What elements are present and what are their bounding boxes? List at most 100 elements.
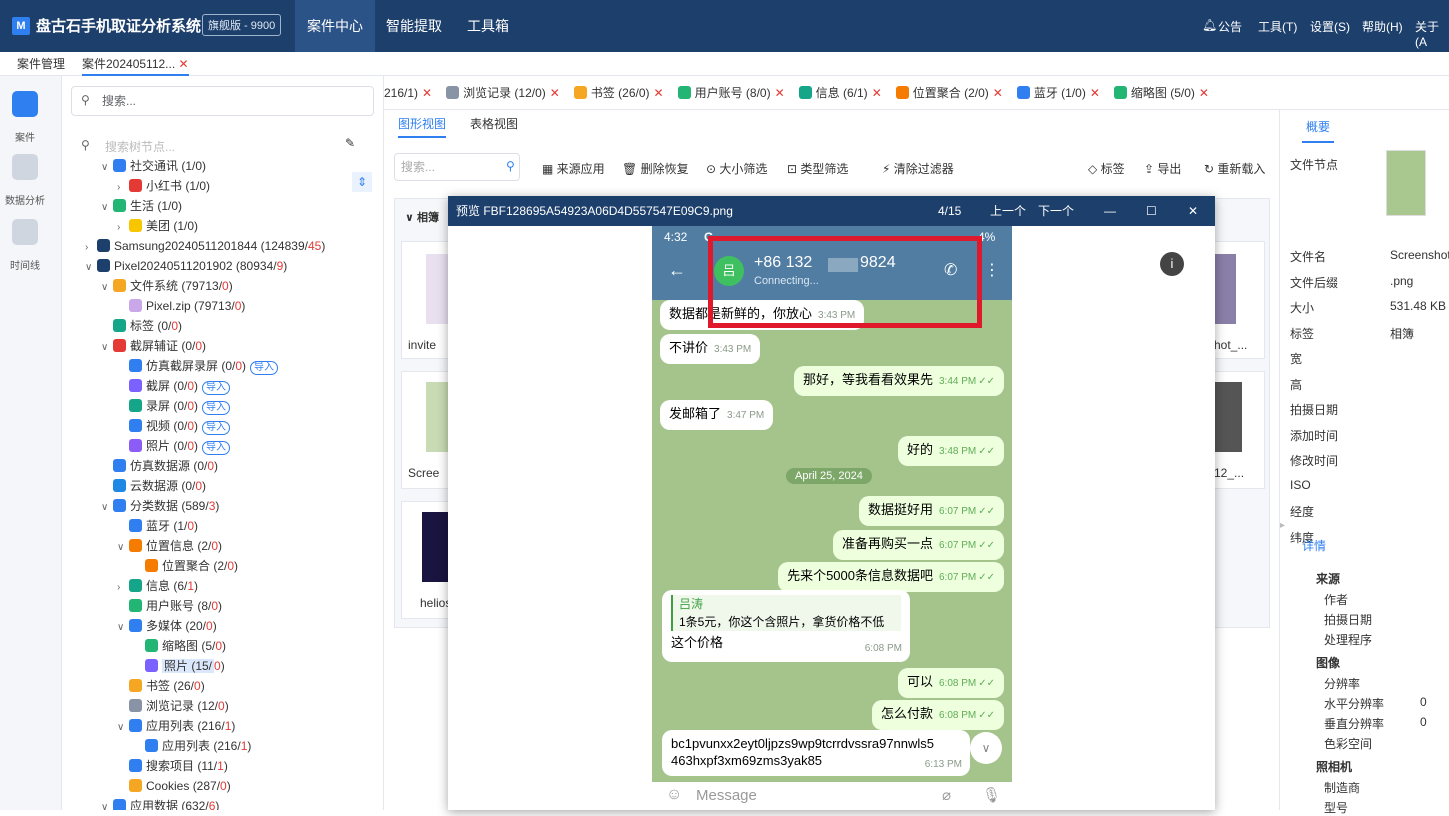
import-button[interactable]: 导入 <box>202 441 231 455</box>
tree-node[interactable]: ∨ 文件系统 (79713/0) <box>85 276 383 298</box>
import-button[interactable]: 导入 <box>202 421 231 435</box>
tree-node[interactable]: ∨ 社交通讯 (1/0) <box>85 156 383 178</box>
tree-node[interactable]: 用户账号 (8/0) <box>85 596 383 616</box>
menu-about[interactable]: 关于(A <box>1415 18 1449 49</box>
close-icon[interactable]: ✕ <box>1090 86 1100 100</box>
main-tab[interactable]: 信息 (6/1) ✕ <box>798 76 882 109</box>
tree-node[interactable]: 截屏 (0/0) 导入 <box>85 376 383 396</box>
chevron-down-icon[interactable]: ∨ <box>101 798 113 810</box>
tree-node[interactable]: Pixel.zip (79713/0) <box>85 296 383 316</box>
grid-search-input[interactable]: 搜索... <box>394 153 520 181</box>
expand-collapse-icon[interactable]: ⇕ <box>352 172 372 192</box>
more-icon[interactable]: ⋮ <box>984 260 1000 280</box>
chevron-down-icon[interactable]: ∨ <box>101 198 113 218</box>
thumbnail-card[interactable]: invite <box>401 241 451 359</box>
prev-button[interactable]: 上一个 <box>990 196 1026 226</box>
search-icon[interactable]: ⚲ <box>506 159 515 173</box>
tree-node[interactable]: 录屏 (0/0) 导入 <box>85 396 383 416</box>
tree-node[interactable]: › 小红书 (1/0) <box>85 176 383 198</box>
tree-node[interactable]: 照片 (15/0) <box>85 656 383 676</box>
back-arrow-icon[interactable]: ← <box>668 260 686 281</box>
chevron-down-icon[interactable]: ∨ <box>101 158 113 178</box>
tree-node[interactable]: 缩略图 (5/0) <box>85 636 383 656</box>
close-icon[interactable]: ✕ <box>654 86 664 100</box>
source-app-button[interactable]: ▦ 来源应用 <box>542 160 605 177</box>
tree-node[interactable]: 照片 (0/0) 导入 <box>85 436 383 456</box>
tab-case-management[interactable]: 案件管理 <box>17 52 65 76</box>
tree-node[interactable]: 仿真数据源 (0/0) <box>85 456 383 476</box>
collapse-arrow-icon[interactable]: ▸ <box>1280 520 1285 531</box>
tree-node[interactable]: ∨ 应用数据 (632/6) <box>85 796 383 810</box>
close-icon[interactable]: ✕ <box>993 86 1003 100</box>
bell-icon[interactable]: 🔔︎ <box>1202 18 1217 32</box>
tree-node[interactable]: 蓝牙 (1/0) <box>85 516 383 536</box>
thumbnail-card[interactable]: 12_... <box>1209 371 1265 489</box>
clear-brush-icon[interactable]: ✎ <box>345 136 355 150</box>
menu-case-center[interactable]: 案件中心 <box>295 0 375 52</box>
clear-filter-button[interactable]: ⚡︎ 清除过滤器 <box>882 160 954 177</box>
tree-node[interactable]: 云数据源 (0/0) <box>85 476 383 496</box>
attach-icon[interactable]: ⌀ <box>942 786 951 804</box>
import-button[interactable]: 导入 <box>202 401 231 415</box>
tree-node[interactable]: ∨ Pixel20240511201902 (80934/9) <box>85 256 383 278</box>
chevron-down-icon[interactable]: ∨ <box>101 278 113 298</box>
group-header[interactable]: ∨ 相簿 <box>405 209 439 225</box>
main-tab[interactable]: 位置聚合 (2/0) ✕ <box>895 76 1003 109</box>
export-button[interactable]: ⇪ 导出 <box>1144 160 1181 177</box>
thumbnail-card[interactable]: helios <box>401 501 451 619</box>
menu-notice[interactable]: 公告 <box>1218 18 1242 35</box>
tab-case[interactable]: 案件202405112... ✕ <box>82 52 189 76</box>
reload-button[interactable]: ↻ 重新载入 <box>1204 160 1265 177</box>
chevron-right-icon[interactable]: › <box>117 578 129 598</box>
thumbnail-card[interactable]: hot_... <box>1209 241 1265 359</box>
tree-node[interactable]: 书签 (26/0) <box>85 676 383 696</box>
tree-node[interactable]: 仿真截屏录屏 (0/0) 导入 <box>85 356 383 376</box>
close-icon[interactable]: ✕ <box>550 86 560 100</box>
chevron-down-icon[interactable]: ∨ <box>117 718 129 738</box>
home-icon[interactable] <box>12 91 38 117</box>
tree-node[interactable]: ∨ 分类数据 (589/3) <box>85 496 383 516</box>
tree-node[interactable]: ∨ 多媒体 (20/0) <box>85 616 383 638</box>
tree-node[interactable]: 浏览记录 (12/0) <box>85 696 383 716</box>
main-tab[interactable]: 缩略图 (5/0) ✕ <box>1113 76 1209 109</box>
main-tab[interactable]: 蓝牙 (1/0) ✕ <box>1016 76 1100 109</box>
tree-node[interactable]: › Samsung20240511201844 (124839/45) <box>85 236 383 258</box>
search-input[interactable]: 搜索... <box>71 86 374 116</box>
chevron-right-icon[interactable]: › <box>85 238 97 258</box>
menu-tools[interactable]: 工具(T) <box>1258 18 1297 35</box>
main-tab[interactable]: 用户账号 (8/0) ✕ <box>677 76 785 109</box>
close-icon[interactable]: ✕ <box>422 86 432 100</box>
tree-node[interactable]: 应用列表 (216/1) <box>85 736 383 756</box>
tree-node[interactable]: ∨ 位置信息 (2/0) <box>85 536 383 558</box>
next-button[interactable]: 下一个 <box>1038 196 1074 226</box>
tree-search-input[interactable]: 搜索树节点... <box>105 138 175 155</box>
close-icon[interactable]: ✕ <box>1188 196 1198 226</box>
details-header[interactable]: 详情 <box>1302 537 1326 554</box>
emoji-icon[interactable]: ☺ <box>666 786 682 804</box>
analysis-icon[interactable] <box>12 154 38 180</box>
tree-node[interactable]: 视频 (0/0) 导入 <box>85 416 383 436</box>
tree-node[interactable]: 位置聚合 (2/0) <box>85 556 383 576</box>
tree-node[interactable]: ∨ 应用列表 (216/1) <box>85 716 383 738</box>
chevron-right-icon[interactable]: › <box>117 218 129 238</box>
maximize-icon[interactable]: ☐ <box>1146 196 1157 226</box>
close-icon[interactable]: ✕ <box>775 86 785 100</box>
chevron-right-icon[interactable]: › <box>117 178 129 198</box>
tree-node[interactable]: › 美团 (1/0) <box>85 216 383 238</box>
type-filter-button[interactable]: ⊡ 类型筛选 <box>787 160 848 177</box>
timeline-icon[interactable] <box>12 219 38 245</box>
chevron-down-icon[interactable]: ∨ <box>117 618 129 638</box>
scroll-down-icon[interactable]: ∨ <box>970 732 1002 764</box>
close-icon[interactable]: ✕ <box>872 86 882 100</box>
chevron-down-icon[interactable]: ∨ <box>117 538 129 558</box>
tree-node[interactable]: 搜索项目 (11/1) <box>85 756 383 776</box>
import-button[interactable]: 导入 <box>250 361 279 375</box>
tree-node[interactable]: Cookies (287/0) <box>85 776 383 796</box>
tree-node[interactable]: › 信息 (6/1) <box>85 576 383 598</box>
chevron-down-icon[interactable]: ∨ <box>85 258 97 278</box>
menu-smart-extract[interactable]: 智能提取 <box>374 0 454 52</box>
menu-settings[interactable]: 设置(S) <box>1310 18 1350 35</box>
minimize-icon[interactable]: — <box>1104 196 1116 226</box>
size-filter-button[interactable]: ⊙ 大小筛选 <box>706 160 767 177</box>
mic-icon[interactable]: 🎙︎ <box>982 786 1001 804</box>
